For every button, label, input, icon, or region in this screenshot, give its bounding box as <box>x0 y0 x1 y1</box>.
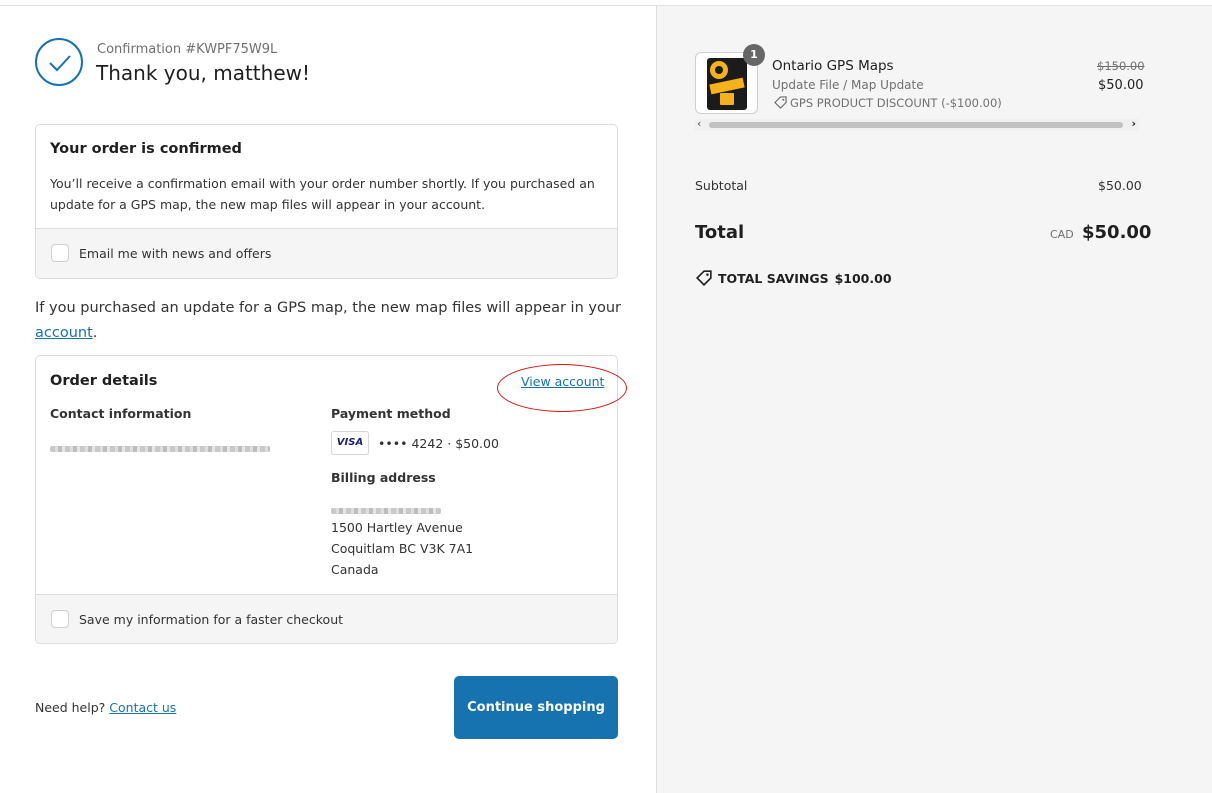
discount-tag-icon <box>774 96 787 109</box>
map-pin-icon <box>710 61 728 79</box>
product-discount-text: GPS PRODUCT DISCOUNT (-$100.00) <box>790 96 1002 110</box>
save-info-row: Save my information for a faster checkou… <box>36 594 617 643</box>
savings-label: TOTAL SAVINGS <box>718 271 829 286</box>
product-variant: Update File / Map Update <box>772 78 924 92</box>
scrollbar-thumb[interactable] <box>709 122 1123 128</box>
gps-update-info-text: If you purchased an update for a GPS map… <box>35 300 621 316</box>
discounted-price: $50.00 <box>1098 78 1144 93</box>
product-name: Ontario GPS Maps <box>772 58 894 74</box>
order-details-title: Order details <box>50 373 158 389</box>
total-value: $50.00 <box>1082 222 1152 243</box>
order-confirmed-section: Your order is confirmed You’ll receive a… <box>35 124 618 279</box>
redacted-name <box>331 508 441 514</box>
confirmation-number: Confirmation #KWPF75W9L <box>97 42 278 57</box>
address-line-2: Coquitlam BC V3K 7A1 <box>331 541 474 556</box>
total-label: Total <box>695 222 745 243</box>
address-line-3: Canada <box>331 562 379 577</box>
contact-info-label: Contact information <box>50 406 192 421</box>
currency-code: CAD <box>1050 228 1074 241</box>
product-discount: GPS PRODUCT DISCOUNT (-$100.00) <box>774 96 1002 110</box>
billing-address-label: Billing address <box>331 470 436 485</box>
sd-card-icon <box>720 93 734 105</box>
card-info: •••• 4242 · $50.00 <box>378 436 499 451</box>
redacted-email <box>50 446 270 452</box>
subtotal-value: $50.00 <box>1098 178 1142 193</box>
continue-shopping-button[interactable]: Continue shopping <box>454 676 618 739</box>
original-price: $150.00 <box>1097 59 1145 73</box>
email-opt-in-label[interactable]: Email me with news and offers <box>79 246 271 261</box>
account-link[interactable]: account <box>35 325 93 341</box>
horizontal-scrollbar[interactable]: ‹ › <box>695 117 1139 131</box>
email-opt-in-row: Email me with news and offers <box>36 228 617 278</box>
address-line-1: 1500 Hartley Avenue <box>331 520 463 535</box>
thank-you-heading: Thank you, matthew! <box>96 61 311 85</box>
visa-card-icon: VISA <box>331 431 369 455</box>
savings-tag-icon <box>696 270 712 286</box>
quantity-badge: 1 <box>743 44 765 66</box>
scroll-right-arrow-icon[interactable]: › <box>1131 117 1136 130</box>
scroll-left-arrow-icon[interactable]: ‹ <box>697 117 701 130</box>
order-confirmed-title: Your order is confirmed <box>50 141 242 157</box>
checkmark-circle-icon <box>35 38 83 86</box>
payment-method-label: Payment method <box>331 406 451 421</box>
email-opt-in-checkbox[interactable] <box>51 244 69 262</box>
contact-us-link[interactable]: Contact us <box>109 700 176 715</box>
need-help-text: Need help? <box>35 700 106 715</box>
total-savings: TOTAL SAVINGS $100.00 <box>696 270 892 286</box>
savings-value: $100.00 <box>834 271 892 286</box>
order-confirmed-text: You’ll receive a confirmation email with… <box>50 176 595 212</box>
save-info-label[interactable]: Save my information for a faster checkou… <box>79 612 343 627</box>
save-info-checkbox[interactable] <box>51 610 69 628</box>
subtotal-label: Subtotal <box>695 178 748 193</box>
annotation-highlight-oval <box>497 364 627 412</box>
need-help: Need help? Contact us <box>35 700 176 715</box>
gps-update-info: If you purchased an update for a GPS map… <box>35 296 625 346</box>
gps-update-info-period: . <box>92 325 98 341</box>
